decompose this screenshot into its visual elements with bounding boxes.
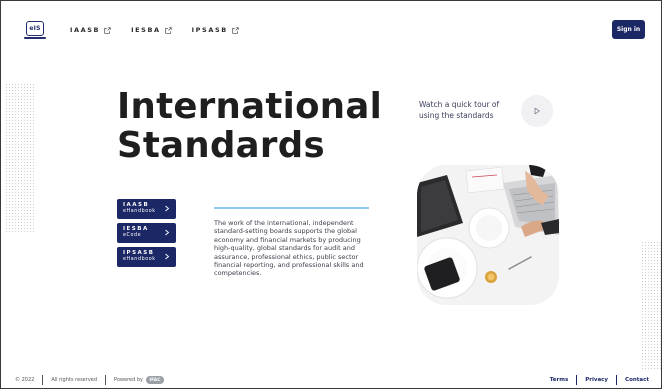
footer-divider <box>616 375 618 385</box>
copyright-text: © 2022 <box>15 377 35 383</box>
ifac-logo[interactable]: IFAC <box>146 376 165 384</box>
title-line-2: Standards <box>117 125 325 166</box>
nav-link-label: IESBA <box>131 26 161 34</box>
footer-divider <box>576 375 578 385</box>
page-title: International Standards <box>117 87 417 165</box>
play-tour-button[interactable] <box>521 95 553 127</box>
dot-pattern-left <box>5 83 35 233</box>
external-link-icon <box>232 26 239 34</box>
rights-text: All rights reserved <box>51 377 98 383</box>
intro-description: The work of the international, independe… <box>214 219 364 278</box>
ipsasb-ehandbook-button[interactable]: IPSASB eHandbook <box>117 247 176 267</box>
nav-link-iesba[interactable]: IESBA <box>131 26 172 34</box>
chevron-right-icon <box>165 229 170 236</box>
footer-links: Terms Privacy Contact <box>550 375 649 385</box>
terms-link[interactable]: Terms <box>550 377 568 383</box>
footer-divider <box>42 375 44 385</box>
sign-in-button[interactable]: Sign in <box>612 20 645 39</box>
top-nav: IAASB IESBA IPSASB <box>70 26 239 34</box>
hero-photo <box>417 165 559 305</box>
iaasb-ehandbook-button[interactable]: IAASB eHandbook <box>117 199 176 219</box>
desk-photo-illustration <box>417 165 559 305</box>
privacy-link[interactable]: Privacy <box>585 377 608 383</box>
external-link-icon <box>165 26 172 34</box>
tour-link-text[interactable]: Watch a quick tour of using the standard… <box>419 100 519 121</box>
nav-link-label: IPSASB <box>191 26 228 34</box>
chevron-right-icon <box>165 253 170 260</box>
eis-logo[interactable]: eIS <box>24 21 46 39</box>
external-link-icon <box>104 26 111 34</box>
dot-pattern-right <box>641 241 661 371</box>
page-frame: eIS IAASB IESBA IPSASB Sign in Internati… <box>0 0 662 389</box>
iesba-ecode-button[interactable]: IESBA eCode <box>117 223 176 243</box>
nav-link-ipsasb[interactable]: IPSASB <box>192 26 239 34</box>
play-icon <box>534 107 540 115</box>
chevron-right-icon <box>165 205 170 212</box>
nav-link-iaasb[interactable]: IAASB <box>70 26 111 34</box>
nav-link-label: IAASB <box>70 26 101 34</box>
accent-divider <box>214 207 369 209</box>
footer-left: © 2022 All rights reserved Powered by IF… <box>15 375 165 385</box>
contact-link[interactable]: Contact <box>625 377 649 383</box>
powered-by-text: Powered by <box>114 377 144 383</box>
footer-divider <box>105 375 107 385</box>
title-line-1: International <box>117 86 383 127</box>
